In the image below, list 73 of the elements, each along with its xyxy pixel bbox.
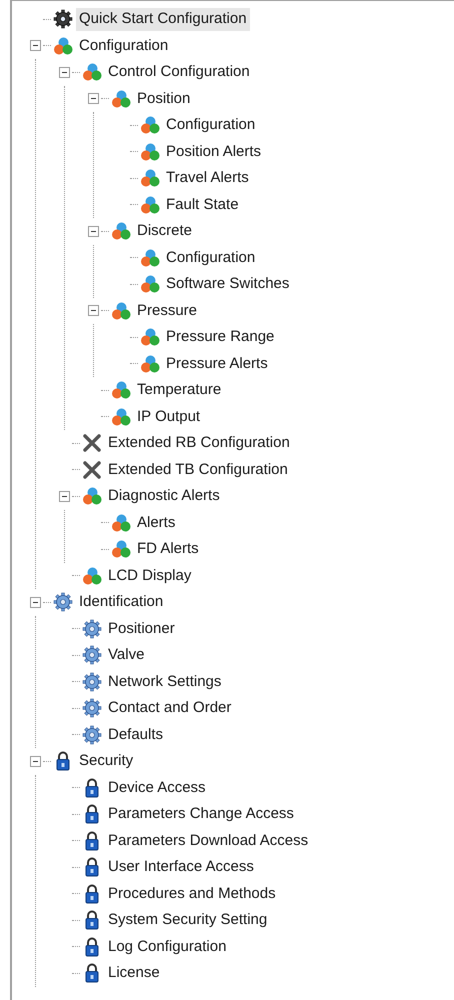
gear-icon bbox=[53, 592, 73, 612]
blocks-icon bbox=[140, 115, 160, 136]
tree-item[interactable]: Network Settings bbox=[105, 670, 224, 693]
tree-item[interactable]: Configuration bbox=[76, 34, 172, 57]
tree-item[interactable]: Control Configuration bbox=[105, 61, 253, 84]
tree-item[interactable]: Device Access bbox=[105, 776, 209, 799]
expander[interactable] bbox=[30, 596, 41, 608]
tree-item[interactable]: Parameters Change Access bbox=[105, 803, 297, 826]
tree-item[interactable]: Quick Start Configuration bbox=[76, 8, 250, 30]
tools-icon bbox=[82, 460, 102, 480]
tree-item[interactable]: License bbox=[105, 962, 163, 984]
blocks-icon bbox=[140, 142, 160, 162]
tree-item[interactable]: Pressure bbox=[134, 300, 200, 322]
blocks-icon bbox=[140, 248, 160, 268]
tree-item[interactable]: Contact and Order bbox=[105, 697, 234, 720]
gear-icon bbox=[53, 9, 73, 30]
expander[interactable] bbox=[59, 490, 70, 502]
tree-item[interactable]: Procedures and Methods bbox=[105, 882, 279, 905]
tree-item[interactable]: Configuration bbox=[163, 114, 258, 136]
tree-item[interactable]: Pressure Range bbox=[163, 326, 278, 348]
tree-item[interactable]: Alerts bbox=[134, 512, 178, 534]
tree-item[interactable]: Valve bbox=[105, 644, 148, 666]
blocks-icon bbox=[111, 539, 131, 560]
tree-item[interactable]: LCD Display bbox=[105, 564, 194, 587]
tree-item[interactable]: Parameters Download Access bbox=[105, 830, 312, 852]
tree-item[interactable]: Security bbox=[76, 750, 136, 772]
blocks-icon bbox=[53, 36, 73, 56]
tree-item[interactable]: System Security Setting bbox=[105, 909, 270, 932]
tree-item[interactable]: Temperature bbox=[134, 379, 224, 402]
tree-item[interactable]: Position bbox=[134, 88, 194, 110]
tree-item[interactable]: Log Configuration bbox=[105, 936, 230, 958]
tree-item[interactable]: Positioner bbox=[105, 618, 178, 640]
tree-item[interactable]: Pressure Alerts bbox=[163, 352, 271, 375]
blocks-icon bbox=[111, 512, 131, 533]
tree-item[interactable]: Software Switches bbox=[163, 273, 292, 296]
blocks-icon bbox=[82, 486, 102, 506]
tree-item[interactable]: IP Output bbox=[134, 406, 204, 428]
expander[interactable] bbox=[30, 40, 41, 52]
blocks-icon bbox=[140, 327, 160, 348]
blocks-icon bbox=[82, 566, 102, 586]
tree-item[interactable]: User Interface Access bbox=[105, 856, 257, 878]
gear-icon bbox=[82, 645, 102, 666]
expander[interactable] bbox=[59, 66, 70, 78]
tree-item[interactable]: Discrete bbox=[134, 220, 196, 242]
gear-icon bbox=[82, 618, 102, 639]
tree-item[interactable]: Position Alerts bbox=[163, 140, 264, 163]
expander[interactable] bbox=[88, 305, 99, 316]
expander[interactable] bbox=[88, 93, 99, 104]
blocks-icon bbox=[140, 274, 160, 294]
blocks-icon bbox=[140, 168, 160, 188]
tools-icon bbox=[82, 433, 102, 454]
tree-item[interactable]: Configuration bbox=[163, 246, 258, 269]
gear-icon bbox=[82, 724, 102, 745]
expander[interactable] bbox=[88, 226, 99, 237]
gear-icon bbox=[82, 698, 102, 718]
blocks-icon bbox=[140, 354, 160, 374]
tree-item[interactable]: Travel Alerts bbox=[163, 167, 252, 190]
tree-item[interactable]: Fault State bbox=[163, 194, 242, 216]
blocks-icon bbox=[82, 62, 102, 82]
expander[interactable] bbox=[30, 756, 41, 767]
tree-item[interactable]: Identification bbox=[76, 591, 166, 614]
tree-item[interactable]: Extended TB Configuration bbox=[105, 458, 291, 481]
gear-icon bbox=[82, 672, 102, 692]
tree-item[interactable]: Extended RB Configuration bbox=[105, 432, 293, 454]
tree-item[interactable]: FD Alerts bbox=[134, 538, 202, 560]
blocks-icon bbox=[111, 406, 131, 427]
tree-item[interactable]: Defaults bbox=[105, 724, 166, 746]
blocks-icon bbox=[111, 380, 131, 400]
blocks-icon bbox=[140, 194, 160, 215]
blocks-icon bbox=[111, 88, 131, 109]
blocks-icon bbox=[111, 221, 131, 242]
blocks-icon bbox=[111, 300, 131, 321]
tree-item[interactable]: Diagnostic Alerts bbox=[105, 485, 223, 508]
